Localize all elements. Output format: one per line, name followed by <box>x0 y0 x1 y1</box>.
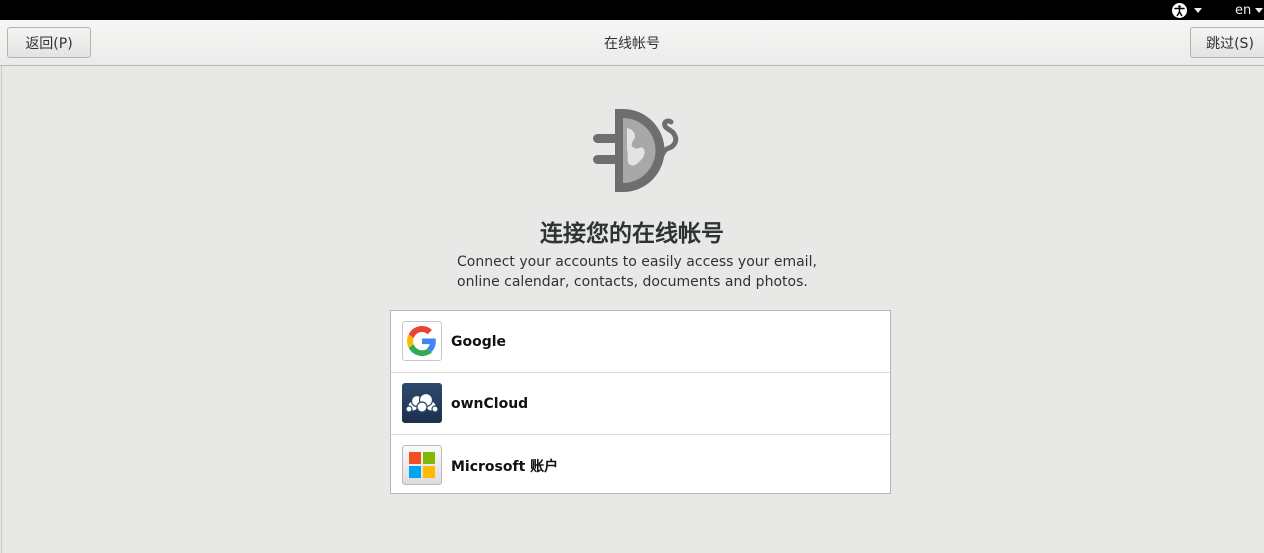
provider-list: Google ownCloud Microsoft 账户 <box>390 310 891 494</box>
chevron-down-icon <box>1255 7 1264 13</box>
provider-row-microsoft[interactable]: Microsoft 账户 <box>391 435 890 496</box>
provider-label: Google <box>451 333 507 350</box>
microsoft-icon <box>402 445 442 485</box>
accessibility-icon <box>1172 2 1187 18</box>
description-line: online calendar, contacts, documents and… <box>457 274 808 290</box>
owncloud-icon <box>402 383 442 423</box>
provider-row-owncloud[interactable]: ownCloud <box>391 373 890 435</box>
skip-button[interactable]: 跳过(S) <box>1190 27 1264 58</box>
page-description: Connect your accounts to easily access y… <box>457 252 817 292</box>
description-line: Connect your accounts to easily access y… <box>457 254 817 270</box>
provider-row-google[interactable]: Google <box>391 311 890 373</box>
provider-label: ownCloud <box>451 395 529 412</box>
online-accounts-icon <box>593 109 679 192</box>
language-menu[interactable]: en <box>1235 0 1264 20</box>
page-heading: 连接您的在线帐号 <box>540 221 724 247</box>
provider-label: Microsoft 账户 <box>451 458 559 475</box>
header-bar: 在线帐号 返回(P) 跳过(S) <box>0 20 1264 66</box>
chevron-down-icon <box>1194 7 1202 13</box>
system-top-bar: en <box>0 0 1264 20</box>
accessibility-menu[interactable] <box>1172 1 1210 19</box>
page-title: 在线帐号 <box>604 35 660 52</box>
google-icon <box>402 321 442 361</box>
back-button[interactable]: 返回(P) <box>7 27 91 58</box>
language-label: en <box>1235 2 1252 18</box>
